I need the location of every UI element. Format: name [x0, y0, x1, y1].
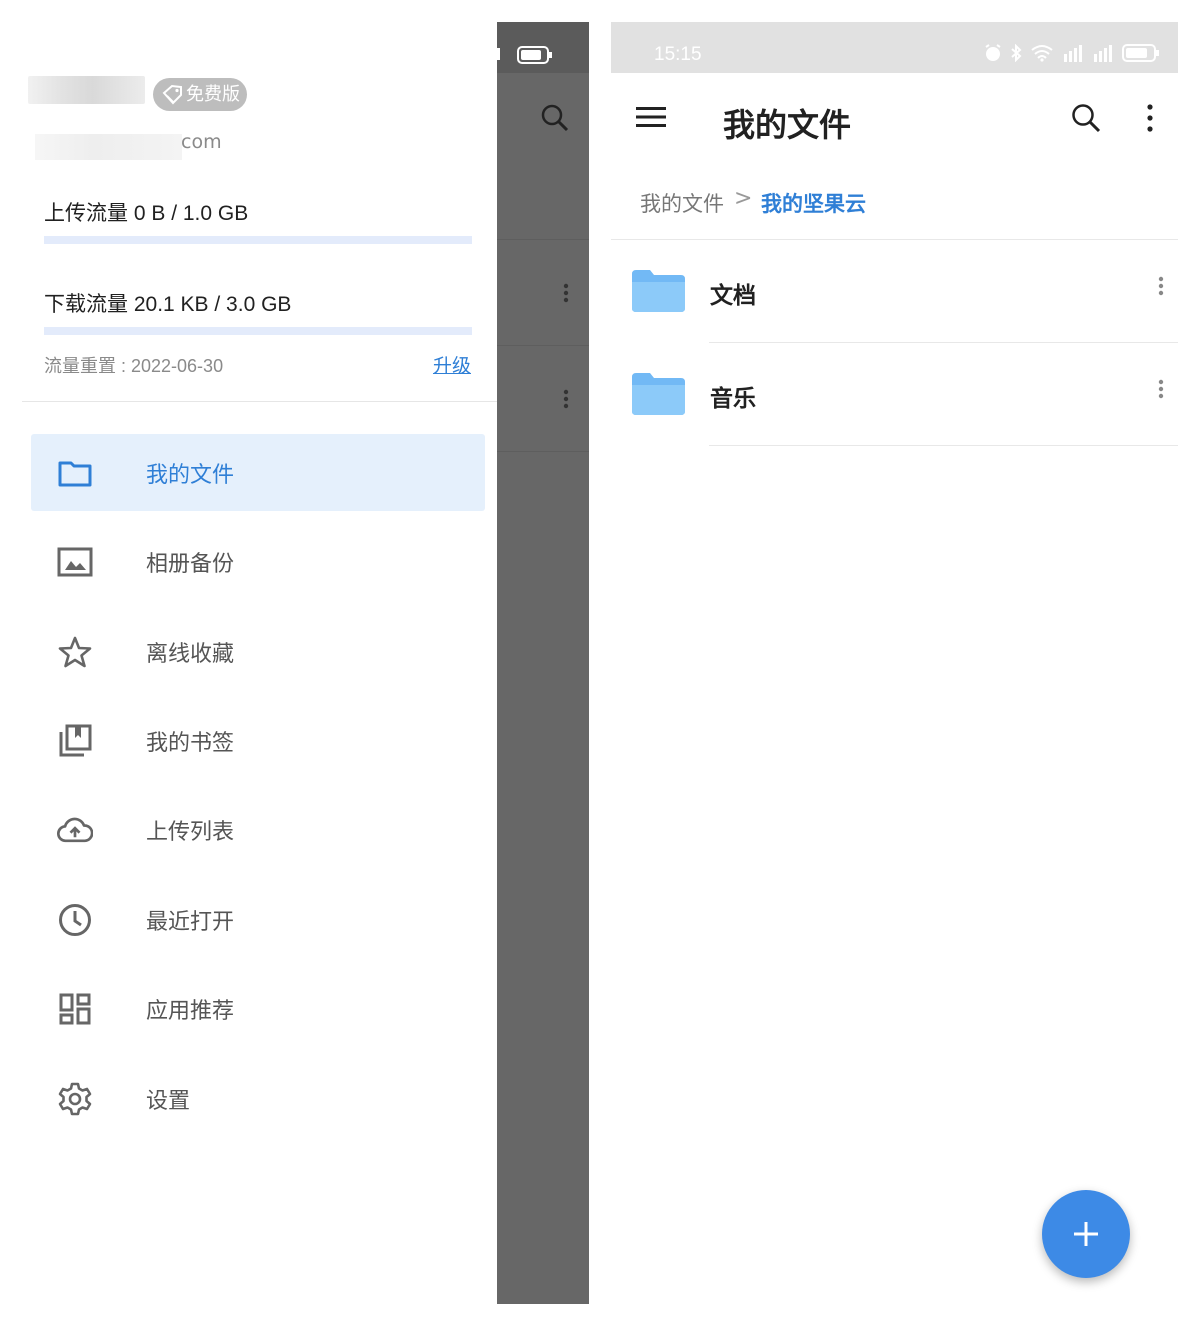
- quota-reset-date: 流量重置 : 2022-06-30: [44, 356, 224, 376]
- menu-item-photo-backup[interactable]: 相册备份: [31, 523, 485, 600]
- wifi-icon: [1031, 45, 1053, 62]
- tag-icon: [162, 84, 182, 104]
- scrim-divider: [497, 345, 589, 346]
- upload-quota-bar: [44, 236, 472, 244]
- menu-item-settings[interactable]: 设置: [31, 1060, 485, 1137]
- more-vert-icon: [563, 389, 569, 409]
- plan-badge: 免费版: [153, 78, 247, 111]
- menu-item-label: 应用推荐: [146, 998, 235, 1024]
- more-vert-icon: [563, 283, 569, 303]
- plan-badge-label: 免费版: [186, 84, 240, 105]
- status-icons: [984, 44, 1160, 62]
- file-row[interactable]: 文档: [611, 240, 1178, 343]
- signal-4g-icon: [1094, 45, 1112, 62]
- file-name: 音乐: [710, 386, 756, 412]
- download-quota-bar: [44, 327, 472, 335]
- phone-screen: 15:15 我的文件 我的文件 > 我的坚果云 文档 音乐: [611, 22, 1178, 1304]
- folder-icon: [632, 270, 685, 312]
- file-name: 文档: [710, 283, 756, 309]
- upload-quota-label: 上传流量 0 B / 1.0 GB: [44, 202, 249, 225]
- add-fab-button[interactable]: [1042, 1190, 1130, 1278]
- status-bar: 15:15: [611, 22, 1178, 73]
- folder-icon: [632, 373, 685, 415]
- battery-icon: [1122, 44, 1159, 62]
- upgrade-link[interactable]: 升级: [433, 351, 471, 378]
- scrim-divider: [497, 239, 589, 240]
- clock-icon: [57, 902, 93, 938]
- more-vert-icon[interactable]: [1158, 379, 1164, 399]
- image-icon: [57, 544, 93, 580]
- menu-item-label: 我的书签: [146, 730, 235, 756]
- file-row[interactable]: 音乐: [611, 343, 1178, 446]
- search-icon[interactable]: [1071, 103, 1101, 133]
- folder-icon: [57, 455, 93, 491]
- menu-item-upload-list[interactable]: 上传列表: [31, 791, 485, 868]
- account-name-redacted: [28, 76, 145, 104]
- plus-icon: [1074, 1222, 1098, 1246]
- status-time: 15:15: [654, 44, 702, 65]
- hamburger-menu-icon[interactable]: [636, 105, 666, 129]
- menu-item-label: 设置: [146, 1088, 191, 1114]
- alarm-icon: [985, 44, 1001, 61]
- menu-item-recent[interactable]: 最近打开: [31, 881, 485, 958]
- signal-4g-icon: [1064, 45, 1082, 62]
- breadcrumb-current[interactable]: 我的坚果云: [761, 188, 866, 218]
- scrim-divider: [497, 451, 589, 452]
- menu-item-label: 离线收藏: [146, 641, 235, 667]
- menu-item-offline-favorites[interactable]: 离线收藏: [31, 613, 485, 690]
- star-icon: [57, 634, 93, 670]
- signal-icon: [497, 48, 500, 60]
- menu-item-label: 我的文件: [146, 462, 235, 488]
- breadcrumb-separator: >: [734, 186, 753, 211]
- bluetooth-icon: [1011, 44, 1022, 62]
- bookmark-icon: [57, 723, 93, 759]
- download-quota-label: 下载流量 20.1 KB / 3.0 GB: [44, 293, 292, 316]
- menu-item-label: 最近打开: [146, 909, 235, 935]
- battery-icon: [517, 46, 552, 64]
- search-icon: [541, 104, 569, 132]
- drawer-scrim[interactable]: [497, 22, 589, 1304]
- drawer-divider: [22, 401, 497, 402]
- menu-item-bookmarks[interactable]: 我的书签: [31, 702, 485, 779]
- navigation-drawer: 免费版 com 上传流量 0 B / 1.0 GB 下载流量 20.1 KB /…: [0, 0, 497, 1326]
- menu-item-app-recommend[interactable]: 应用推荐: [31, 970, 485, 1047]
- menu-item-label: 上传列表: [146, 819, 235, 845]
- apps-grid-icon: [57, 991, 93, 1027]
- breadcrumb-root[interactable]: 我的文件: [640, 188, 724, 218]
- gear-icon: [57, 1081, 93, 1117]
- scrim-statusbar: [497, 22, 589, 73]
- row-divider: [709, 445, 1178, 446]
- menu-item-label: 相册备份: [146, 551, 235, 577]
- account-email-redacted: [35, 134, 182, 160]
- more-vert-icon[interactable]: [1158, 276, 1164, 296]
- page-title: 我的文件: [723, 106, 852, 144]
- account-email-tail: com: [181, 131, 222, 153]
- cloud-upload-icon: [57, 812, 93, 848]
- menu-item-my-files[interactable]: 我的文件: [31, 434, 485, 511]
- more-vert-icon[interactable]: [1147, 104, 1153, 132]
